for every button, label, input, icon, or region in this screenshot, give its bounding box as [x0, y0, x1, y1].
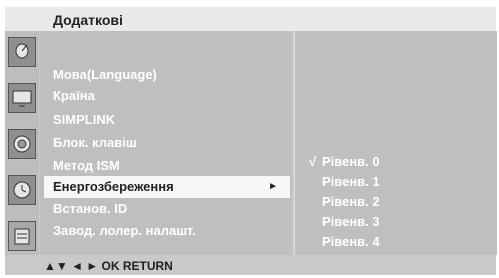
menu-item-label: Метод ISM	[53, 158, 120, 173]
satellite-dish-icon[interactable]	[8, 37, 36, 67]
option-label: Рівенв. 4	[322, 234, 380, 249]
category-icon-bar	[5, 31, 39, 255]
clock-icon[interactable]	[8, 175, 36, 205]
menu-item-label: Блок. клавіш	[53, 135, 137, 150]
menu-header: Додаткові	[5, 7, 496, 31]
navigation-hint-bar: ▲▼ ◄ ► OK RETURN	[5, 255, 496, 275]
options-calendar-icon[interactable]	[8, 221, 36, 251]
menu-list: Мова(Language) Країна SIMPLINK Блок. кла…	[40, 31, 292, 255]
navigation-hint: ▲▼ ◄ ► OK RETURN	[44, 259, 173, 273]
menu-item-label: Завод. лолер. налашт.	[53, 223, 196, 238]
menu-item-key-lock[interactable]: Блок. клавіш	[40, 132, 292, 154]
menu-item-label: SIMPLINK	[53, 112, 116, 127]
option-level-2[interactable]: Рівенв. 2	[295, 191, 497, 213]
check-mark-icon: √	[309, 154, 317, 169]
menu-item-language[interactable]: Мова(Language)	[40, 64, 292, 86]
option-level-0[interactable]: √ Рівенв. 0	[295, 151, 497, 173]
option-level-4[interactable]: Рівенв. 4	[295, 231, 497, 253]
submenu-options: √ Рівенв. 0 Рівенв. 1 Рівенв. 2 Рівенв. …	[294, 31, 497, 255]
menu-item-label: Країна	[53, 88, 95, 103]
menu-item-label: Мова(Language)	[53, 67, 157, 82]
menu-item-country[interactable]: Країна	[40, 85, 292, 107]
menu-item-ism-method[interactable]: Метод ISM	[40, 155, 292, 177]
option-level-1[interactable]: Рівенв. 1	[295, 171, 497, 193]
menu-item-label: Енергозбереження	[53, 179, 174, 194]
option-label: Рівенв. 3	[322, 214, 380, 229]
menu-title: Додаткові	[53, 12, 123, 28]
audio-speaker-icon[interactable]	[8, 129, 36, 159]
menu-item-simplink[interactable]: SIMPLINK	[40, 109, 292, 131]
option-label: Рівенв. 2	[322, 194, 380, 209]
option-label: Рівенв. 0	[322, 154, 380, 169]
menu-item-label: Встанов. ID	[53, 201, 128, 216]
menu-item-factory-reset[interactable]: Завод. лолер. налашт.	[40, 220, 292, 242]
option-label: Рівенв. 1	[322, 174, 380, 189]
option-level-3[interactable]: Рівенв. 3	[295, 211, 497, 233]
osd-menu-frame: Додаткові Мова(Language) Країна SIMPLINK…	[5, 7, 497, 275]
menu-item-energy-saving[interactable]: Енергозбереження ►	[44, 176, 290, 198]
submenu-arrow-icon: ►	[268, 181, 278, 192]
tv-picture-icon[interactable]	[8, 83, 36, 113]
menu-item-set-id[interactable]: Встанов. ID	[40, 198, 292, 220]
